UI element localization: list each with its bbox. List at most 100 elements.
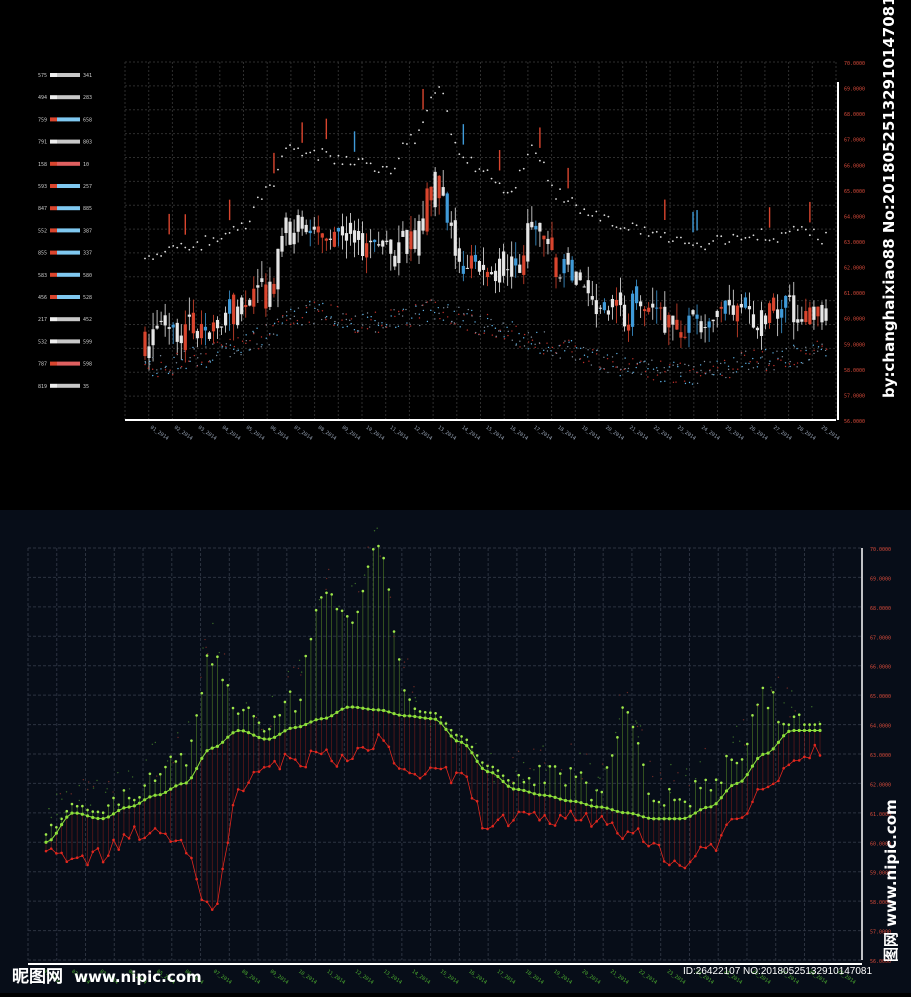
high-point [236, 712, 240, 715]
high-point [720, 781, 723, 785]
lower-dot [821, 345, 823, 347]
scatter-dot [517, 750, 520, 753]
lower-dot [437, 306, 439, 309]
x-tick-label: 14_2014 [410, 969, 431, 986]
lower-dot [276, 318, 279, 321]
lower-dot [205, 366, 208, 368]
lower-dot [157, 375, 159, 378]
lower-dot [296, 319, 299, 322]
candle-body [405, 229, 409, 254]
lower-dot [426, 320, 429, 323]
lower-dot [693, 366, 695, 368]
y-tick-label: 69.0000 [870, 576, 891, 582]
lower-dot [764, 348, 767, 351]
lower-dot [527, 332, 530, 334]
legend-left-value: 791 [38, 140, 47, 146]
lower-dot [502, 322, 504, 324]
candle-body [211, 322, 216, 332]
scatter-dot [604, 768, 606, 770]
high-point [673, 798, 676, 802]
lower-dot [543, 331, 546, 333]
lower-dot [281, 316, 284, 318]
lower-dot [727, 365, 730, 368]
upper-dot [551, 184, 553, 187]
lower-dot [736, 361, 738, 363]
lower-dot [773, 369, 775, 371]
upper-dot [156, 253, 158, 256]
upper-dot [446, 110, 449, 112]
lower-dot [233, 348, 235, 351]
upper-dot [277, 168, 279, 171]
lower-dot [451, 320, 453, 323]
x-tick-label: 20_2014 [581, 969, 602, 986]
lower-dot [349, 319, 351, 322]
high-point [345, 615, 349, 618]
candle-body [566, 252, 570, 265]
lower-dot [805, 353, 807, 355]
lower-dot [756, 361, 758, 363]
lower-dot [757, 362, 760, 365]
lower-dot [318, 304, 320, 306]
lower-dot [209, 360, 211, 362]
scatter-dot [790, 706, 793, 708]
lower-dot [256, 343, 258, 345]
scatter-dot [579, 752, 581, 755]
candle-body [268, 281, 272, 307]
candle-body [550, 237, 554, 251]
upper-dot [651, 231, 654, 234]
upper-dot [317, 159, 320, 161]
high-point [221, 678, 224, 682]
lower-dot [591, 351, 594, 354]
upper-dot [543, 161, 545, 164]
high-point [699, 786, 702, 790]
lower-dot [393, 309, 395, 311]
scatter-dot [586, 753, 588, 755]
high-point [366, 565, 370, 568]
lower-dot [390, 309, 392, 311]
lower-dot [733, 357, 735, 359]
x-tick-label: 27_2014 [772, 425, 793, 442]
lower-dot [177, 367, 179, 370]
y-tick-label: 65.0000 [870, 694, 891, 700]
scatter-dot [96, 779, 98, 782]
scatter-dot [597, 776, 599, 779]
candle-body [401, 230, 405, 237]
upper-dot [172, 245, 175, 247]
legend-swatch-start [50, 250, 57, 255]
lower-dot [491, 324, 493, 327]
lower-dot [636, 362, 638, 365]
lower-dot [699, 375, 702, 377]
scatter-dot [651, 775, 654, 778]
upper-dot [684, 242, 686, 245]
candle-body [647, 307, 651, 312]
lower-dot [530, 336, 533, 338]
candle-body [360, 233, 365, 257]
lower-dot [268, 344, 270, 346]
high-point [704, 778, 708, 782]
high-point [304, 654, 308, 658]
x-tick-label: 04_2014 [221, 425, 242, 442]
legend-left-value: 532 [38, 339, 47, 345]
candle-body [240, 297, 244, 315]
scatter-dot [262, 728, 265, 731]
legend-swatch [57, 272, 80, 277]
lower-dot [647, 368, 649, 370]
x-tick-label: 05_2014 [245, 425, 266, 442]
scatter-dot [154, 741, 157, 744]
lower-dot [555, 352, 558, 355]
legend-left-value: 583 [38, 273, 47, 279]
candle-body [369, 240, 373, 243]
lower-dot [534, 343, 536, 346]
scatter-dot [351, 585, 353, 587]
legend-right-value: 35 [83, 384, 89, 390]
y-tick-label: 67.0000 [870, 635, 891, 641]
legend-left-value: 593 [38, 184, 47, 190]
lower-dot [519, 346, 521, 348]
lower-dot [599, 368, 601, 371]
lower-dot [652, 379, 655, 381]
line-panel: 70.0000 69.0000 68.0000 67.0000 66.0000 65.00… [0, 510, 911, 993]
high-point [361, 589, 365, 593]
high-point [320, 596, 323, 599]
high-point [507, 779, 510, 782]
candle-body [163, 315, 167, 326]
